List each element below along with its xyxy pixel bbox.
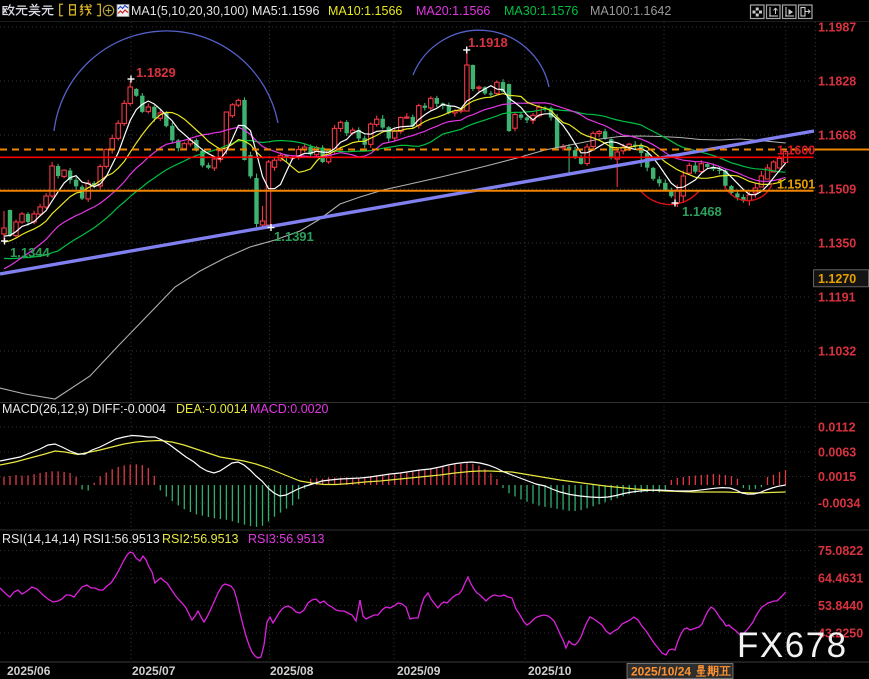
svg-text:FX678: FX678: [737, 626, 848, 665]
svg-text:1.1270: 1.1270: [818, 272, 856, 286]
svg-text:1.1391: 1.1391: [274, 229, 314, 244]
svg-text:1.1191: 1.1191: [818, 291, 856, 305]
svg-text:1.1918: 1.1918: [468, 35, 508, 50]
svg-text:2025/10: 2025/10: [528, 664, 572, 678]
svg-text:53.8440: 53.8440: [818, 599, 863, 613]
svg-text:1.1987: 1.1987: [818, 21, 856, 35]
svg-text:2025/09: 2025/09: [397, 664, 441, 678]
svg-text:RSI(14,14,14) RSI1:56.9513: RSI(14,14,14) RSI1:56.9513: [2, 532, 160, 546]
svg-text:1.1501: 1.1501: [777, 178, 815, 192]
svg-text:1.1829: 1.1829: [136, 65, 176, 80]
svg-text:2025/08: 2025/08: [270, 664, 314, 678]
svg-text:MA30:1.1576: MA30:1.1576: [504, 4, 578, 18]
svg-text:1.1828: 1.1828: [818, 75, 856, 89]
svg-text:0.0063: 0.0063: [818, 446, 856, 460]
svg-text:-0.0034: -0.0034: [818, 497, 860, 511]
svg-text:DEA:-0.0014: DEA:-0.0014: [176, 402, 248, 416]
svg-text:MA5:1.1596: MA5:1.1596: [252, 4, 319, 18]
svg-text:MA100:1.1642: MA100:1.1642: [590, 4, 671, 18]
svg-text:MACD(26,12,9) DIFF:-0.0004: MACD(26,12,9) DIFF:-0.0004: [2, 402, 166, 416]
svg-text:1.1668: 1.1668: [818, 129, 856, 143]
svg-text:1.1344: 1.1344: [10, 245, 51, 260]
svg-text:MACD:0.0020: MACD:0.0020: [250, 402, 329, 416]
svg-text:MA20:1.1566: MA20:1.1566: [416, 4, 490, 18]
svg-text:1.1600: 1.1600: [777, 144, 815, 158]
svg-text:2025/07: 2025/07: [132, 664, 176, 678]
svg-text:1.1350: 1.1350: [818, 237, 856, 251]
svg-text:1.1032: 1.1032: [818, 345, 856, 359]
svg-text:64.4631: 64.4631: [818, 572, 863, 586]
svg-text:2025/10/24: 2025/10/24: [631, 665, 691, 679]
svg-text:RSI3:56.9513: RSI3:56.9513: [248, 532, 324, 546]
svg-text:0.0112: 0.0112: [818, 421, 856, 435]
svg-text:MA1(5,10,20,30,100): MA1(5,10,20,30,100): [131, 4, 248, 18]
svg-text:2025/06: 2025/06: [7, 664, 51, 678]
svg-text:75.0822: 75.0822: [818, 544, 863, 558]
svg-text:1.1509: 1.1509: [818, 183, 856, 197]
svg-text:1.1468: 1.1468: [682, 204, 722, 219]
svg-text:MA10:1.1566: MA10:1.1566: [328, 4, 402, 18]
svg-text:RSI2:56.9513: RSI2:56.9513: [162, 532, 238, 546]
svg-text:0.0015: 0.0015: [818, 470, 856, 484]
